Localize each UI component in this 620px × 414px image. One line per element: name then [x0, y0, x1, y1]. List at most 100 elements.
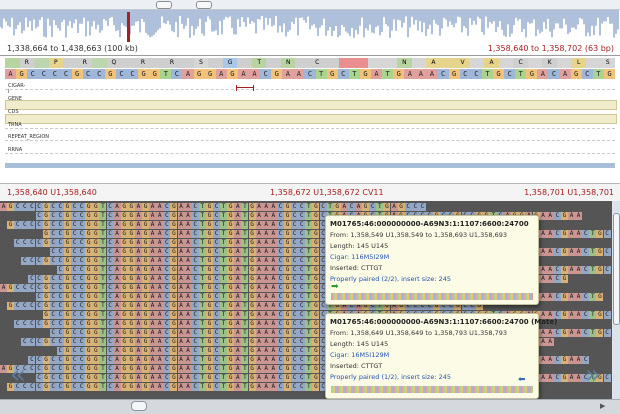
amino-acid-cell: V	[455, 58, 470, 68]
amino-acid-cell: R	[164, 58, 180, 68]
read-tooltip-inserted: Inserted: CTTGT	[330, 264, 383, 272]
reference-base: T	[592, 69, 604, 79]
reference-base: G	[16, 69, 28, 79]
amino-acid-cell: P	[48, 58, 64, 68]
amino-acid-cell	[34, 58, 49, 68]
scroll-right-icon[interactable]: ▶	[600, 402, 605, 410]
overview-selection-marker[interactable]	[127, 12, 130, 42]
reference-base: A	[282, 69, 294, 79]
amino-acid-cell	[121, 58, 136, 68]
reference-base: C	[304, 69, 316, 79]
mate-tooltip-paired: Properly paired (1/2), insert size: 245	[330, 373, 451, 381]
amino-acid-cell: C	[310, 58, 325, 68]
mate-tooltip-inserted: Inserted: CTTGT	[330, 362, 383, 370]
reference-base: C	[38, 69, 50, 79]
track-line-repeat-region	[5, 140, 615, 141]
cds-feature[interactable]	[5, 114, 617, 124]
reference-base: C	[437, 69, 449, 79]
horizontal-scroll-thumb[interactable]	[131, 401, 147, 411]
reference-base: C	[93, 69, 105, 79]
amino-acid-cell: N	[397, 58, 412, 68]
reference-base: A	[415, 69, 427, 79]
reference-base: A	[559, 69, 571, 79]
reference-base: A	[371, 69, 383, 79]
reference-base: A	[237, 69, 249, 79]
vertical-scroll-thumb[interactable]	[613, 213, 620, 325]
overview-scrollbar[interactable]	[0, 0, 620, 10]
reference-base: G	[570, 69, 582, 79]
mate-tooltip-title: M01765:46:000000000-A69N3:1:1107:6600:24…	[330, 318, 558, 326]
gene-feature[interactable]	[5, 100, 617, 110]
amino-acid-cell	[353, 58, 369, 68]
read-tooltip-sequence-strip	[331, 293, 533, 300]
amino-acid-cell	[324, 58, 340, 68]
amino-acid-cell	[63, 58, 78, 68]
amino-acid-cell: N	[280, 58, 296, 68]
amino-acid-cell: C	[513, 58, 528, 68]
track-line-rrna	[5, 153, 615, 154]
amino-acid-cell: K	[542, 58, 557, 68]
reference-base: G	[393, 69, 405, 79]
reference-base: A	[5, 69, 17, 79]
reference-base: G	[138, 69, 150, 79]
reference-base: C	[459, 69, 471, 79]
amino-acid-cell: R	[77, 58, 93, 68]
overview-panel[interactable]: 1,338,664 to 1,438,663 (100 kb) 1,358,64…	[0, 0, 620, 56]
amino-acid-cell	[440, 58, 456, 68]
mate-tooltip-length: Length: 145 U145	[330, 340, 389, 348]
read-row[interactable]: AGCCCCGCCGCCGGTCAGGAGAACGAACTGCTGATGAAAC…	[0, 203, 612, 211]
reference-base: A	[182, 69, 194, 79]
forward-strand-arrow-icon: ➡	[331, 282, 339, 292]
amino-acid-cell	[411, 58, 427, 68]
amino-acid-cell	[92, 58, 107, 68]
reference-base: T	[315, 69, 327, 79]
mate-tooltip-from: From: 1,358,649 U1,358,649 to 1,358,793 …	[330, 329, 507, 337]
amino-acid-cell	[556, 58, 572, 68]
overview-coverage-plot	[0, 10, 619, 38]
coordinate-bar: 1,358,640 U1,358,640 1,358,672 U1,358,67…	[0, 183, 620, 203]
reference-base: C	[82, 69, 94, 79]
amino-acid-cell: A	[484, 58, 499, 68]
reference-base: C	[27, 69, 39, 79]
read-coverage-track	[5, 163, 615, 168]
reference-base: T	[348, 69, 360, 79]
amino-acid-cell: A	[426, 58, 441, 68]
amino-acid-cell: R	[19, 58, 35, 68]
track-line-cigar	[5, 89, 615, 90]
read-tooltip: M01765:46:000000000-A69N3:1:1107:6600:24…	[325, 215, 539, 305]
reference-base: T	[160, 69, 172, 79]
reference-base: G	[104, 69, 116, 79]
reference-base: T	[382, 69, 394, 79]
pan-left-icon[interactable]: «	[10, 360, 26, 390]
amino-acid-cell: Q	[106, 58, 122, 68]
read-tooltip-cigar: Cigar: 116M5I29M	[330, 253, 390, 261]
reference-base: T	[481, 69, 493, 79]
reference-base: C	[504, 69, 516, 79]
amino-acid-cell	[237, 58, 252, 68]
mate-tooltip: M01765:46:000000000-A69N3:1:1107:6600:24…	[325, 313, 558, 399]
horizontal-scrollbar[interactable]: ▶	[0, 399, 620, 414]
reference-base: A	[249, 69, 261, 79]
reference-base: G	[526, 69, 538, 79]
overview-range-label: 1,338,664 to 1,438,663 (100 kb)	[7, 44, 138, 53]
reference-base: C	[171, 69, 183, 79]
reference-base: A	[537, 69, 549, 79]
vertical-scrollbar[interactable]	[612, 201, 620, 399]
reference-base: G	[271, 69, 283, 79]
amino-acid-cell	[5, 58, 20, 68]
cigar-insertion-mark[interactable]	[236, 85, 254, 91]
amino-acid-cell	[382, 58, 398, 68]
reference-base: A	[404, 69, 416, 79]
reference-base: A	[293, 69, 305, 79]
amino-acid-cell	[469, 58, 485, 68]
pan-right-icon[interactable]: »	[585, 360, 601, 390]
reference-base: G	[603, 69, 615, 79]
overview-scroll-thumb-left[interactable]	[156, 1, 172, 9]
coord-center: 1,358,672 U1,358,672 CV11	[270, 188, 384, 197]
overview-scroll-thumb-right[interactable]	[196, 1, 212, 9]
amino-acid-cell: T	[251, 58, 267, 68]
reference-base: C	[115, 69, 127, 79]
reference-base: A	[426, 69, 438, 79]
reference-base: G	[493, 69, 505, 79]
reference-base: G	[193, 69, 205, 79]
